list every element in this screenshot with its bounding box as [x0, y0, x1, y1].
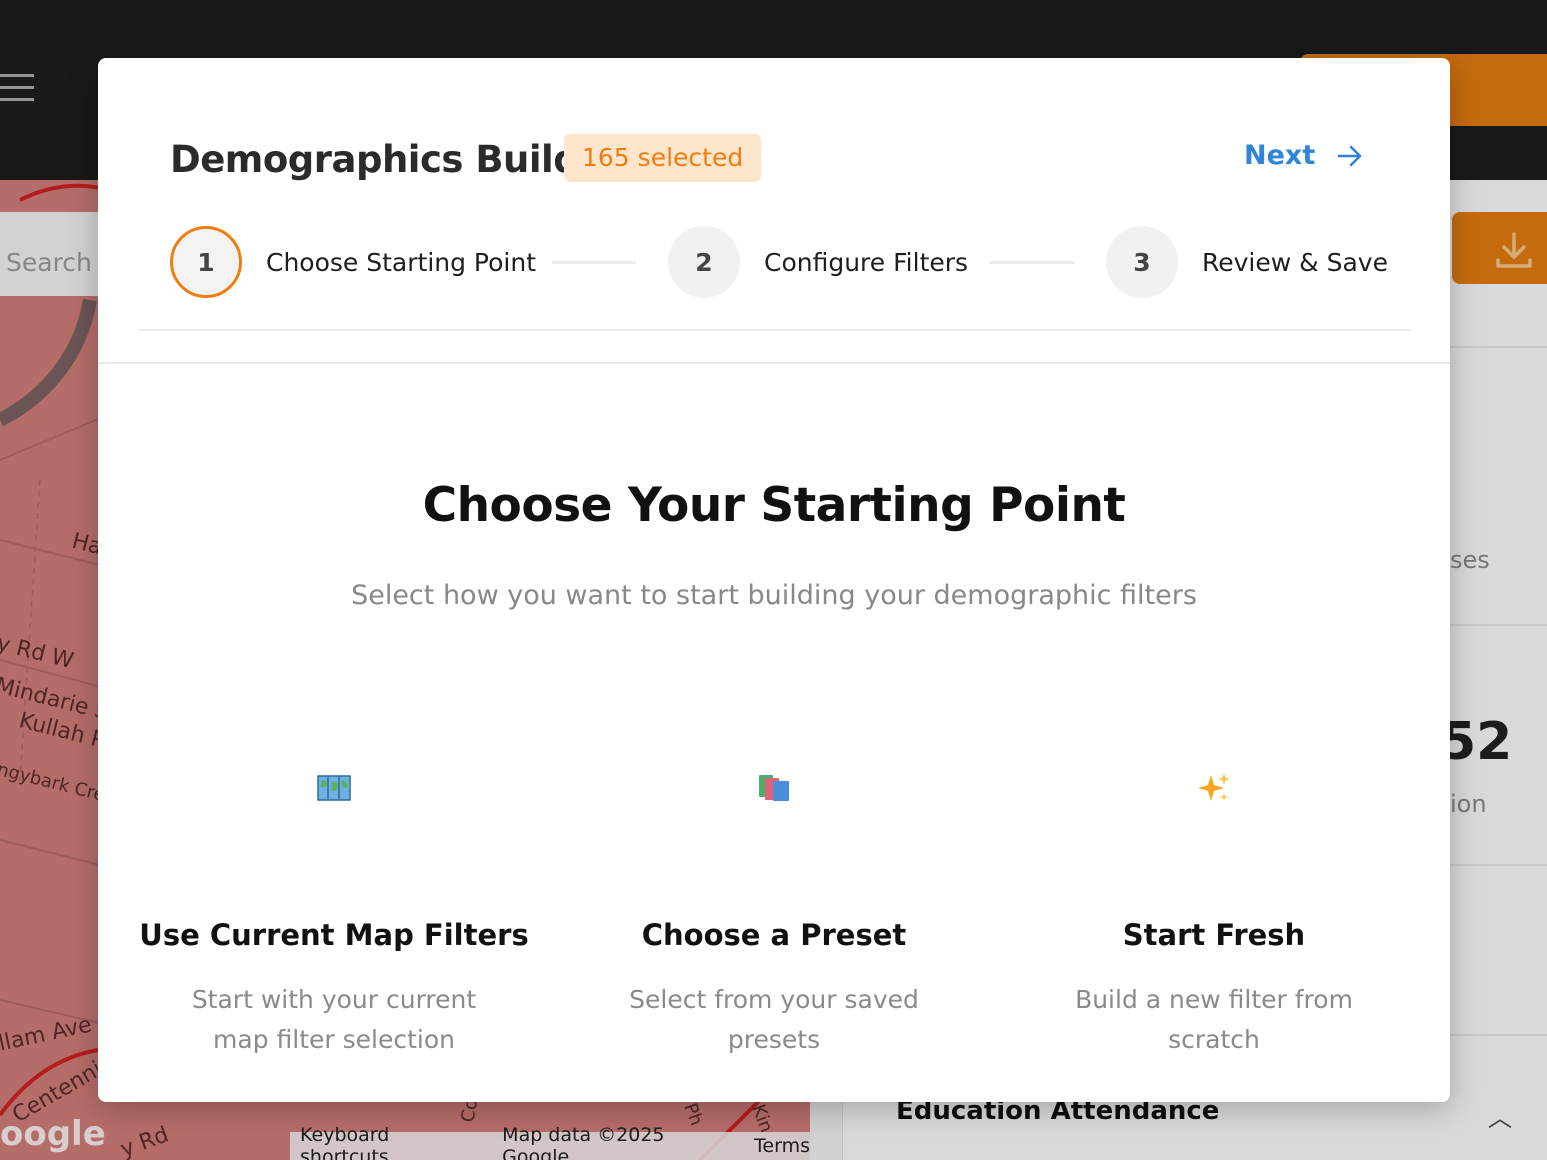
modal-title: Demographics Builder — [170, 138, 622, 181]
step-number: 3 — [1106, 226, 1178, 298]
option-description: Start with your current map filter selec… — [191, 985, 477, 1054]
selected-count-badge: 165 selected — [564, 134, 762, 182]
next-label: Next — [1244, 140, 1316, 171]
arrow-right-icon — [1337, 145, 1362, 166]
section-subheading: Select how you want to start building yo… — [351, 580, 1197, 611]
option-description: Select from your saved presets — [629, 985, 919, 1054]
option-use-current-map-filters[interactable]: Use Current Map Filters Start with your … — [114, 758, 554, 1060]
option-title: Start Fresh — [1122, 918, 1306, 952]
option-title: Choose a Preset — [641, 918, 907, 952]
books-icon — [759, 775, 789, 801]
step-choose-starting-point[interactable]: 1 Choose Starting Point — [170, 226, 536, 298]
stepper-divider — [138, 329, 1410, 331]
map-icon — [317, 775, 351, 801]
step-review-save[interactable]: 3 Review & Save — [1106, 226, 1388, 298]
step-label: Configure Filters — [764, 247, 969, 277]
step-number: 2 — [668, 226, 740, 298]
step-connector — [552, 261, 636, 264]
sparkles-icon — [1198, 773, 1230, 801]
header-divider — [98, 362, 1450, 364]
step-label: Choose Starting Point — [266, 247, 536, 277]
option-description: Build a new filter from scratch — [1075, 985, 1353, 1054]
demographics-builder-modal: Demographics Builder 165 selected Next 1… — [98, 58, 1450, 1102]
section-heading: Choose Your Starting Point — [422, 478, 1126, 533]
option-title: Use Current Map Filters — [139, 918, 529, 952]
next-button[interactable]: Next — [1244, 140, 1363, 171]
option-start-fresh[interactable]: Start Fresh Build a new filter from scra… — [994, 758, 1434, 1060]
step-configure-filters[interactable]: 2 Configure Filters — [668, 226, 968, 298]
step-label: Review & Save — [1202, 247, 1388, 277]
step-number: 1 — [170, 226, 242, 298]
option-choose-a-preset[interactable]: Choose a Preset Select from your saved p… — [554, 758, 994, 1060]
step-connector — [990, 261, 1074, 264]
